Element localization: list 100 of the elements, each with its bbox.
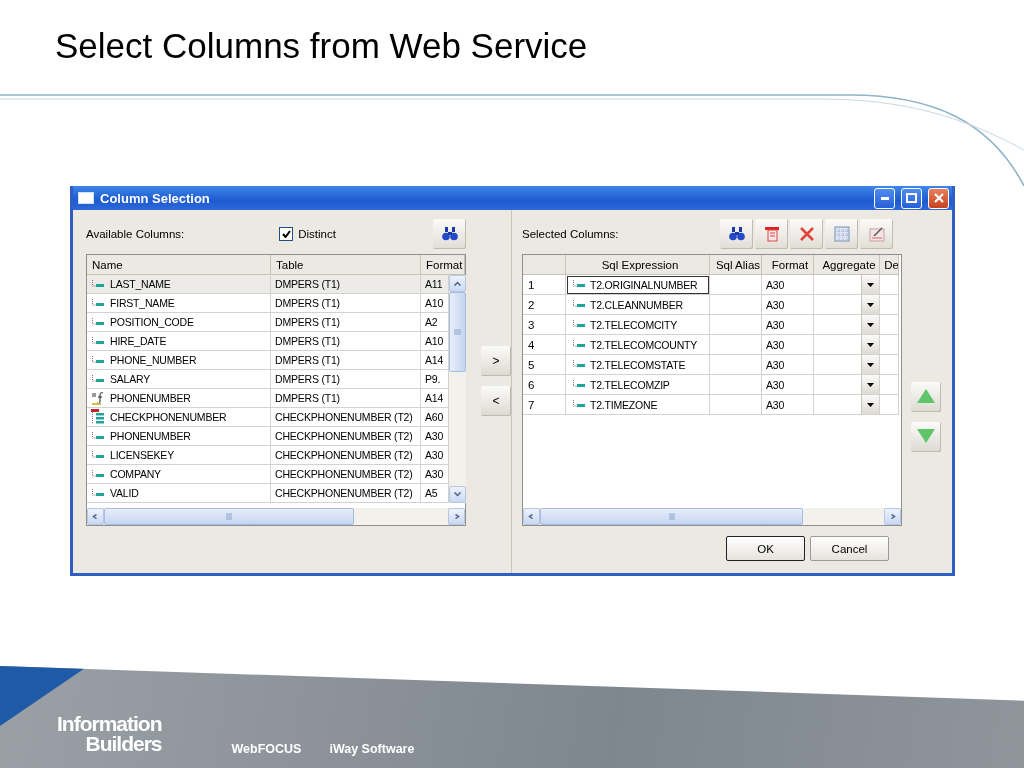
scroll-right-button[interactable] bbox=[448, 508, 465, 525]
grip-icon bbox=[454, 329, 461, 335]
dropdown-arrow-icon bbox=[867, 302, 874, 307]
table-cell[interactable]: T2.TIMEZONE bbox=[566, 395, 710, 415]
scroll-right-button[interactable] bbox=[884, 508, 901, 525]
scroll-left-button[interactable] bbox=[523, 508, 540, 525]
caret-left-icon bbox=[92, 514, 99, 519]
column-header[interactable]: Format bbox=[421, 255, 465, 275]
horizontal-scrollbar[interactable] bbox=[523, 508, 901, 525]
column-header[interactable]: Sql Alias bbox=[710, 255, 762, 275]
table-row[interactable]: 7 T2.TIMEZONE A30 bbox=[523, 395, 901, 415]
dialog-button[interactable]: OK bbox=[726, 536, 805, 561]
caret-down-icon bbox=[454, 492, 461, 497]
triangle-up-icon bbox=[916, 387, 936, 404]
field-icon bbox=[91, 317, 105, 327]
move-down-button[interactable] bbox=[911, 422, 941, 452]
sql-button[interactable] bbox=[860, 219, 893, 249]
table-row[interactable]: 6 T2.TELECOMZIP A30 bbox=[523, 375, 901, 395]
scroll-down-button[interactable] bbox=[449, 486, 466, 503]
field-icon bbox=[91, 488, 105, 498]
table-row[interactable]: 4 T2.TELECOMCOUNTY A30 bbox=[523, 335, 901, 355]
row-number: 1 bbox=[523, 275, 566, 295]
window-title: Column Selection bbox=[100, 190, 211, 206]
grid-button[interactable] bbox=[825, 219, 858, 249]
close-button[interactable] bbox=[928, 187, 949, 209]
column-header[interactable]: Aggregate bbox=[814, 255, 880, 275]
table-row[interactable]: PHONE_NUMBER DMPERS (T1) A14 bbox=[87, 351, 449, 370]
column-name: PHONENUMBER bbox=[110, 392, 191, 404]
binoculars-icon bbox=[441, 227, 458, 241]
caret-right-icon bbox=[889, 514, 896, 519]
column-header[interactable]: Table bbox=[271, 255, 421, 275]
table-row[interactable]: COMPANY CHECKPHONENUMBER (T2) A30 bbox=[87, 465, 449, 484]
move-up-button[interactable] bbox=[911, 382, 941, 412]
slide-title: Select Columns from Web Service bbox=[54, 25, 589, 67]
minimize-button[interactable] bbox=[874, 187, 895, 209]
table-row[interactable]: HIRE_DATE DMPERS (T1) A10 bbox=[87, 332, 449, 351]
column-name: LICENSEKEY bbox=[110, 449, 174, 461]
column-name: CHECKPHONENUMBER bbox=[110, 411, 227, 423]
sql-expression: T2.TELECOMSTATE bbox=[590, 358, 686, 371]
delete-icon bbox=[799, 227, 814, 241]
field-icon bbox=[91, 336, 105, 346]
column-header[interactable]: De bbox=[880, 255, 899, 275]
remove-table-button[interactable] bbox=[755, 219, 788, 249]
delete-button[interactable] bbox=[790, 219, 823, 249]
table-row[interactable]: FIRST_NAME DMPERS (T1) A10 bbox=[87, 294, 449, 313]
dropdown-arrow-icon bbox=[867, 382, 874, 387]
column-header[interactable]: Format bbox=[762, 255, 814, 275]
table-row[interactable]: PHONENUMBER DMPERS (T1) A14 bbox=[87, 389, 449, 408]
table-row[interactable]: CHECKPHONENUMBER CHECKPHONENUMBER (T2) A60 bbox=[87, 408, 449, 427]
dropdown-arrow-icon bbox=[867, 402, 874, 407]
column-name: LAST_NAME bbox=[110, 278, 171, 290]
scroll-thumb[interactable] bbox=[104, 508, 354, 525]
table-row[interactable]: 5 T2.TELECOMSTATE A30 bbox=[523, 355, 901, 375]
function-icon bbox=[91, 390, 105, 406]
column-name: SALARY bbox=[110, 373, 151, 385]
field-icon bbox=[572, 300, 586, 309]
table-row[interactable]: 3 T2.TELECOMCITY A30 bbox=[523, 315, 901, 335]
scroll-left-button[interactable] bbox=[87, 508, 104, 525]
triangle-down-icon bbox=[916, 427, 936, 444]
distinct-label: Distinct bbox=[298, 228, 336, 240]
table-row[interactable]: SALARY DMPERS (T1) P9. bbox=[87, 370, 449, 389]
field-icon bbox=[91, 298, 105, 308]
move-button[interactable]: < bbox=[481, 386, 511, 416]
distinct-checkbox[interactable]: Distinct bbox=[279, 227, 336, 241]
maximize-button[interactable] bbox=[901, 187, 922, 209]
table-cell bbox=[880, 395, 899, 415]
scroll-up-button[interactable] bbox=[449, 275, 466, 292]
column-name: HIRE_DATE bbox=[110, 335, 167, 347]
sql-expression: T2.TELECOMZIP bbox=[590, 378, 670, 391]
table-cell bbox=[710, 395, 762, 415]
dialog-button[interactable]: Cancel bbox=[810, 536, 889, 561]
close-icon bbox=[933, 193, 944, 203]
scroll-thumb[interactable] bbox=[540, 508, 803, 525]
column-header[interactable]: Sql Expression bbox=[566, 255, 710, 275]
table-row[interactable]: LAST_NAME DMPERS (T1) A11 bbox=[87, 275, 449, 294]
table-row[interactable]: VALID CHECKPHONENUMBER (T2) A5 bbox=[87, 484, 449, 503]
find-button[interactable] bbox=[720, 219, 753, 249]
aggregate-dropdown[interactable] bbox=[814, 395, 880, 415]
dropdown-arrow-icon bbox=[867, 322, 874, 327]
checkbox[interactable] bbox=[279, 227, 294, 241]
table-row[interactable]: 2 T2.CLEANNUMBER A30 bbox=[523, 295, 901, 315]
field-icon bbox=[572, 380, 586, 389]
table-cell[interactable]: T2.ORIGINALNUMBER bbox=[566, 275, 710, 295]
horizontal-scrollbar[interactable] bbox=[87, 508, 465, 525]
table-row[interactable]: POSITION_CODE DMPERS (T1) A2 bbox=[87, 313, 449, 332]
move-button[interactable]: > bbox=[481, 346, 511, 376]
row-number: 3 bbox=[523, 315, 566, 335]
table-row[interactable]: PHONENUMBER CHECKPHONENUMBER (T2) A30 bbox=[87, 427, 449, 446]
binoculars-icon bbox=[728, 227, 745, 241]
find-button[interactable] bbox=[433, 219, 466, 249]
scroll-thumb[interactable] bbox=[449, 292, 466, 372]
vertical-scrollbar[interactable] bbox=[449, 275, 466, 503]
selected-columns-label: Selected Columns: bbox=[522, 228, 619, 240]
table-row[interactable]: LICENSEKEY CHECKPHONENUMBER (T2) A30 bbox=[87, 446, 449, 465]
table-row[interactable]: 1 T2.ORIGINALNUMBER A30 bbox=[523, 275, 901, 295]
column-header[interactable]: Name bbox=[87, 255, 271, 275]
column-name: POSITION_CODE bbox=[110, 316, 194, 328]
column-name: PHONE_NUMBER bbox=[110, 354, 197, 366]
maximize-icon bbox=[906, 193, 917, 203]
field-icon bbox=[572, 400, 586, 409]
